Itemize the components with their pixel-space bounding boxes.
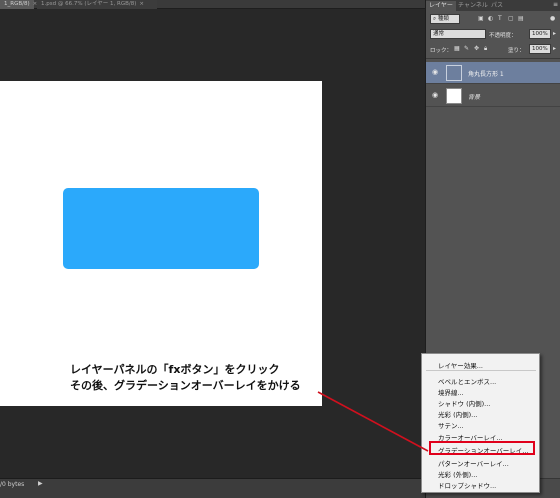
menu-item-pattern-overlay[interactable]: パターンオーバーレイ... — [438, 458, 509, 468]
kind-filter-select[interactable]: ⌕ 種類 — [430, 14, 460, 24]
menu-item-satin[interactable]: サテン... — [438, 420, 464, 430]
smart-object-filter-icon[interactable]: ▤ — [518, 15, 524, 22]
lock-transparency-icon[interactable]: ▦ — [454, 45, 460, 52]
layer-filter-row: ⌕ 種類 ▣ ◐ T ▢ ▤ ● — [426, 13, 560, 26]
panel-menu-icon[interactable]: ≡ — [553, 1, 558, 8]
tab-channels[interactable]: チャンネル — [458, 1, 488, 11]
lock-all-icon[interactable]: 🔒︎ — [484, 45, 487, 53]
instruction-annotation: レイヤーパネルの「fxボタン」をクリック その後、グラデーションオーバーレイをか… — [70, 362, 301, 394]
document-tab-second-label: 1.psd @ 66.7% (レイヤー 1, RGB/8) — [41, 1, 137, 7]
document-tab-active-label: 1_RGB/8) — [4, 1, 30, 7]
blend-mode-value: 通常 — [433, 31, 445, 37]
shape-layer-thumbnail — [446, 65, 462, 81]
close-icon[interactable]: × — [139, 1, 144, 7]
document-canvas[interactable] — [0, 81, 322, 406]
chevron-down-icon[interactable]: ▸ — [553, 30, 556, 37]
lock-pixels-icon[interactable]: ✎ — [464, 45, 469, 52]
gradient-overlay-highlight-box — [429, 441, 535, 455]
tab-paths[interactable]: パス — [491, 1, 503, 11]
layer-row-background[interactable]: ◉ 背景 — [426, 85, 560, 107]
lock-position-icon[interactable]: ✥ — [474, 45, 479, 52]
chevron-down-icon[interactable]: ▸ — [553, 45, 556, 52]
menu-item-inner-shadow[interactable]: シャドウ (内側)... — [438, 398, 490, 408]
type-filter-icon[interactable]: T — [498, 15, 502, 22]
adjustment-filter-icon[interactable]: ◐ — [488, 15, 493, 22]
lock-row: ロック： ▦ ✎ ✥ 🔒︎ 塗り： 100% ▸ — [426, 43, 560, 56]
shape-filter-icon[interactable]: ▢ — [508, 15, 514, 22]
layer-name: 角丸長方形 1 — [468, 71, 504, 78]
opacity-value: 100% — [532, 31, 548, 37]
menu-item-inner-glow[interactable]: 光彩 (内側)... — [438, 409, 477, 419]
lock-label: ロック： — [430, 48, 453, 54]
panel-tab-bar: レイヤー チャンネル パス ≡ — [426, 0, 560, 11]
fill-field[interactable]: 100% — [529, 44, 551, 54]
document-size-readout: /0 bytes — [0, 481, 25, 488]
eye-icon[interactable]: ◉ — [432, 91, 438, 99]
eye-icon[interactable]: ◉ — [432, 68, 438, 76]
document-tab-bar: 1_RGB/8) × 1.psd @ 66.7% (レイヤー 1, RGB/8) × — [0, 0, 425, 9]
menu-item-drop-shadow[interactable]: ドロップシャドウ... — [438, 480, 496, 490]
filter-toggle-icon[interactable]: ● — [550, 15, 555, 22]
blend-row: 通常 不透明度： 100% ▸ — [426, 28, 560, 41]
pixel-filter-icon[interactable]: ▣ — [478, 15, 484, 22]
menu-separator — [426, 370, 536, 371]
canvas-workspace — [0, 9, 425, 478]
background-layer-thumbnail — [446, 88, 462, 104]
menu-item-stroke[interactable]: 境界線... — [438, 387, 464, 397]
fill-label: 塗り： — [508, 48, 525, 54]
blend-mode-select[interactable]: 通常 — [430, 29, 486, 39]
menu-item-blending-options[interactable]: レイヤー効果... — [438, 360, 483, 370]
annotation-line-1: レイヤーパネルの「fxボタン」をクリック — [70, 363, 280, 376]
rounded-rectangle-shape[interactable] — [63, 188, 259, 269]
document-tab-active[interactable]: 1_RGB/8) × — [0, 0, 37, 9]
menu-item-bevel-emboss[interactable]: ベベルとエンボス... — [438, 376, 496, 386]
tab-layers[interactable]: レイヤー — [426, 1, 456, 11]
layer-name: 背景 — [468, 94, 481, 101]
status-menu-arrow-icon[interactable]: ▶ — [38, 480, 43, 487]
opacity-field[interactable]: 100% — [529, 29, 551, 39]
menu-item-outer-glow[interactable]: 光彩 (外側)... — [438, 469, 477, 479]
layer-style-menu: レイヤー効果... ベベルとエンボス... 境界線... シャドウ (内側)..… — [421, 353, 540, 493]
opacity-label: 不透明度： — [489, 33, 517, 39]
document-tab-second[interactable]: 1.psd @ 66.7% (レイヤー 1, RGB/8) × — [37, 0, 157, 9]
kind-filter-label: 種類 — [437, 16, 449, 22]
annotation-line-2: その後、グラデーションオーバーレイをかける — [70, 379, 301, 392]
status-bar: /0 bytes ▶ — [0, 478, 425, 498]
layer-row-shape[interactable]: ◉ 角丸長方形 1 — [426, 62, 560, 84]
search-icon: ⌕ — [433, 16, 437, 22]
fill-value: 100% — [532, 46, 548, 52]
